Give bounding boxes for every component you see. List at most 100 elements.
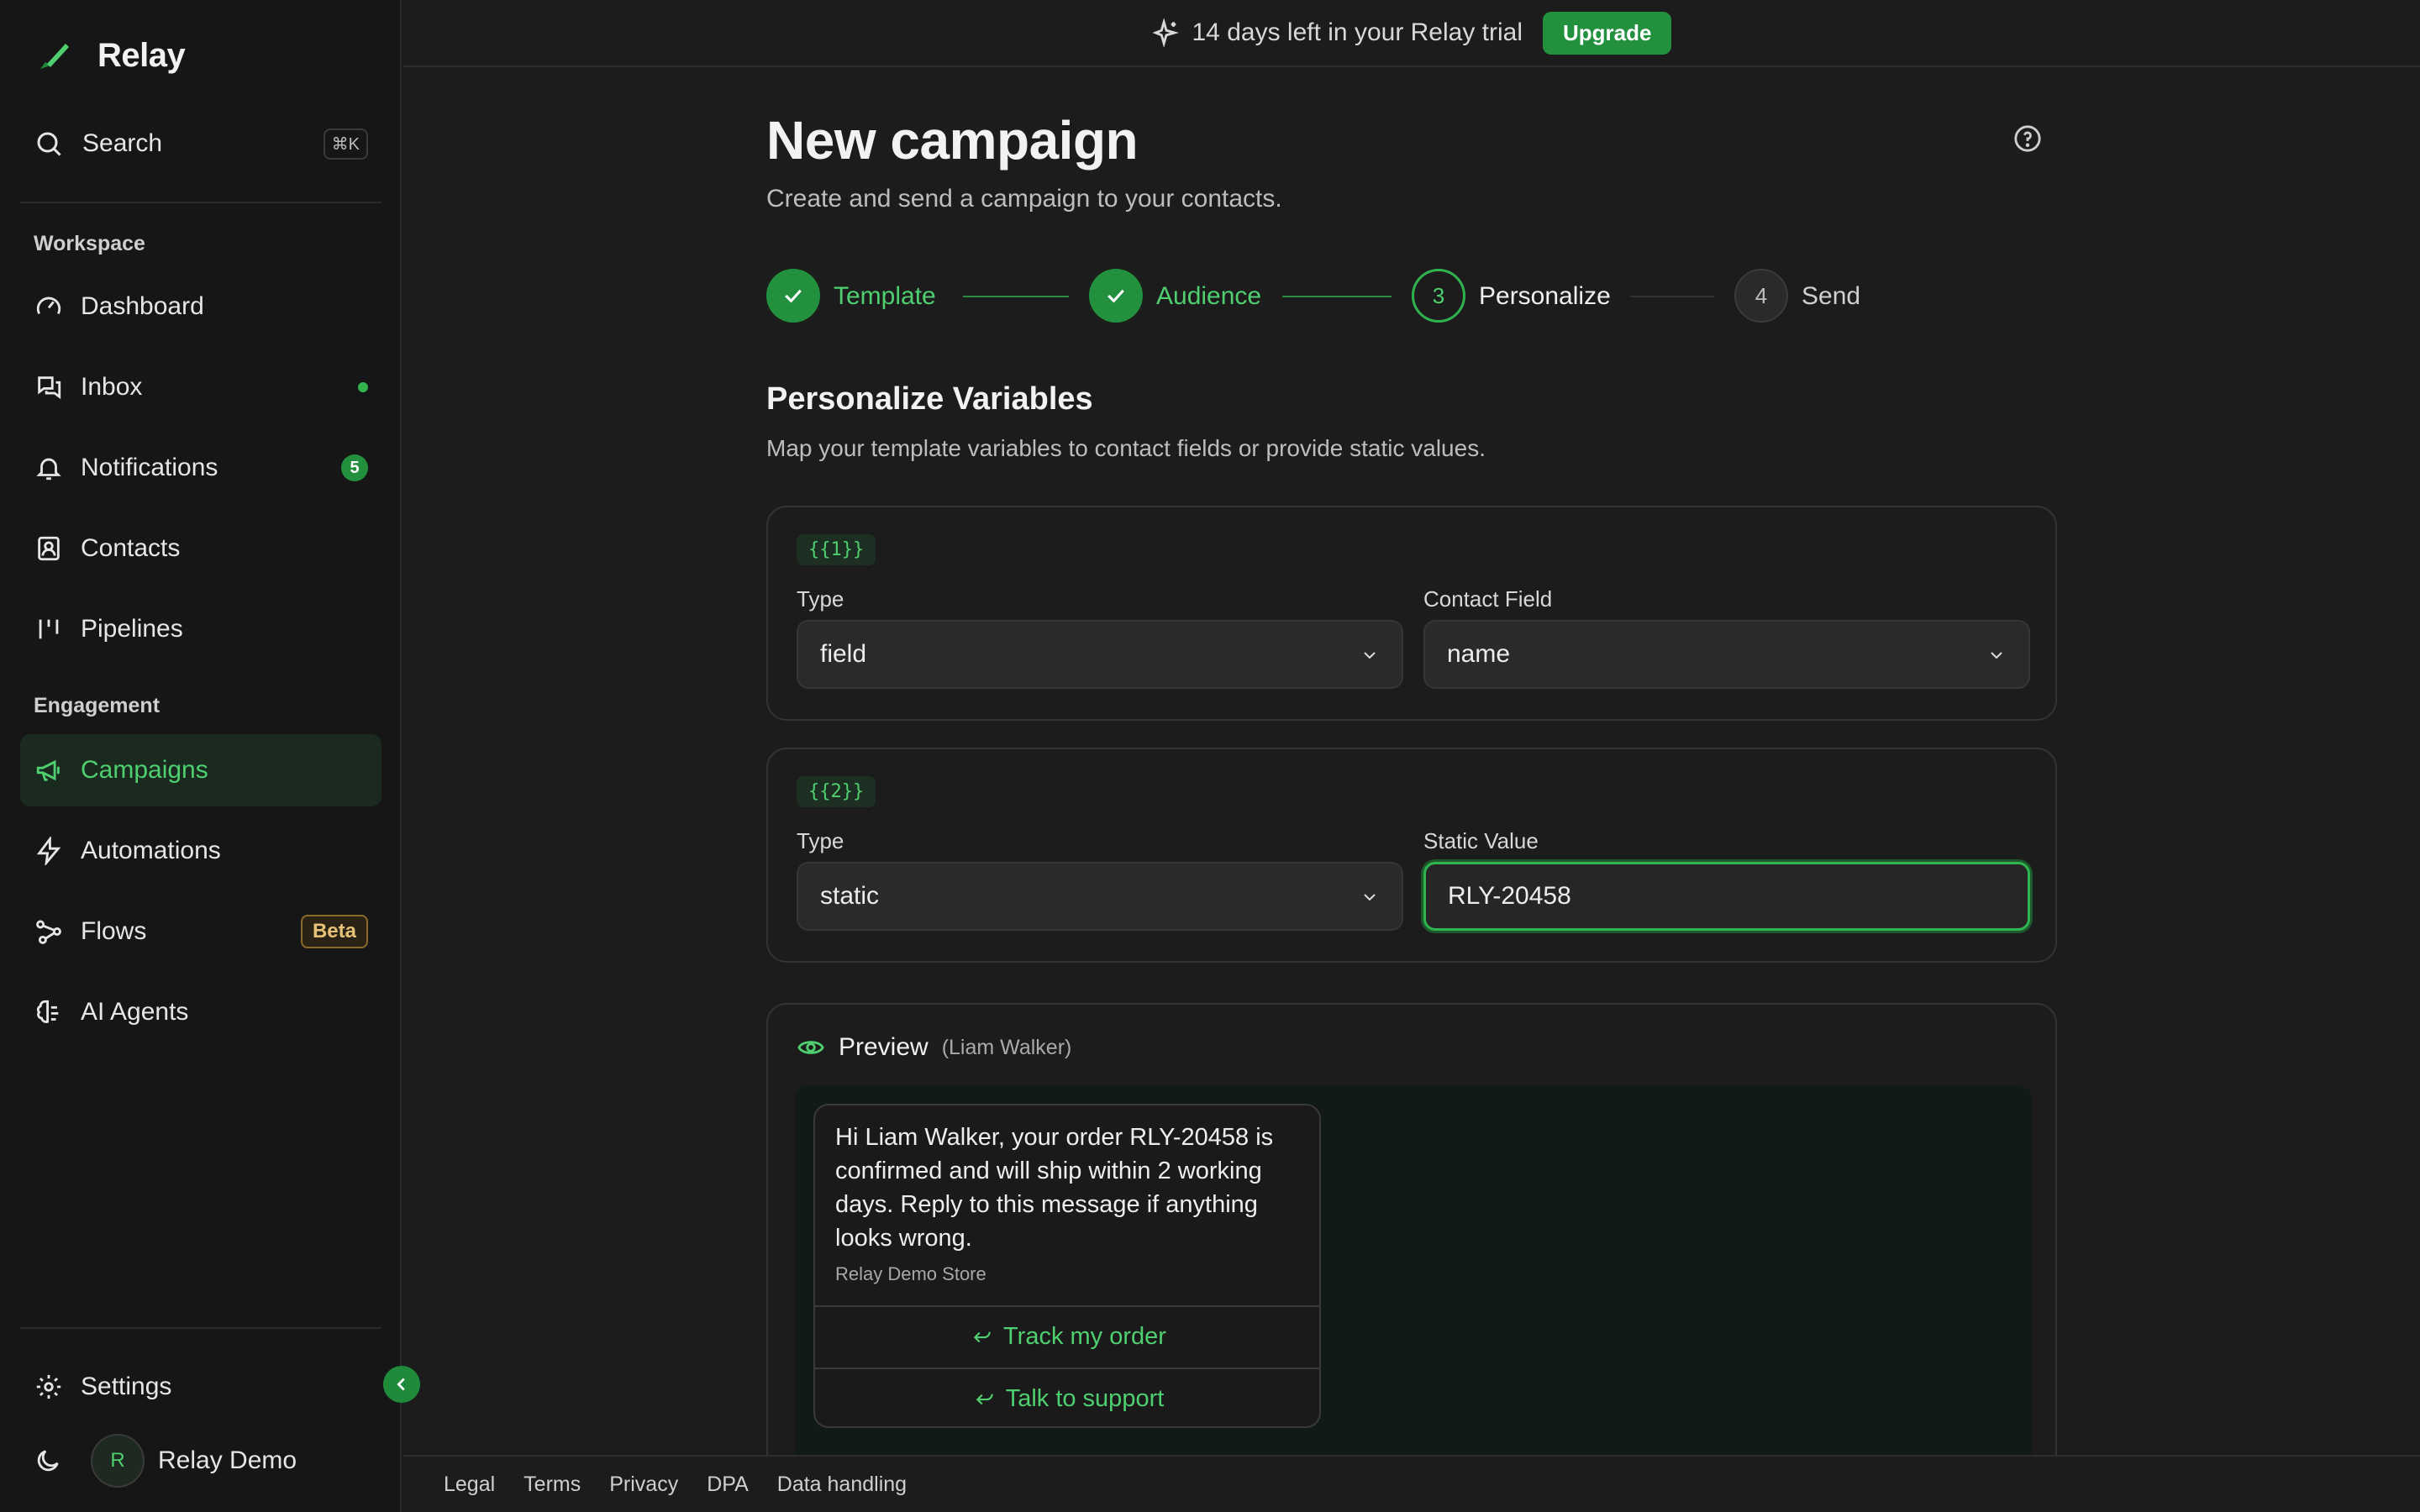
variable-card: {{2}} Type static Static Value RLY-20458	[766, 748, 2057, 963]
reply-icon	[976, 1394, 993, 1405]
bell-icon	[34, 453, 64, 483]
sidebar-item-label: Dashboard	[81, 292, 204, 320]
footer: Legal Terms Privacy DPA Data handling	[403, 1455, 2420, 1512]
notification-count-badge: 5	[341, 454, 368, 481]
gauge-icon	[34, 291, 64, 322]
reply-icon	[973, 1331, 991, 1343]
static-value-label: Static Value	[1423, 828, 1539, 853]
variable-card: {{1}} Type field Contact Field name	[766, 506, 2057, 721]
type-label: Type	[797, 586, 844, 612]
step-template-label[interactable]: Template	[834, 282, 936, 311]
contact-card-icon	[34, 533, 64, 564]
step-personalize-number: 3	[1412, 269, 1465, 323]
sidebar-item-pipelines[interactable]: Pipelines	[20, 593, 381, 665]
sidebar-item-automations[interactable]: Automations	[20, 815, 381, 887]
chevron-down-icon	[1364, 894, 1376, 901]
quick-reply-talk-to-support[interactable]: Talk to support	[815, 1368, 1319, 1426]
preview-header: Preview (Liam Walker)	[797, 1033, 1071, 1062]
pipeline-icon	[34, 614, 64, 644]
eye-icon	[797, 1041, 824, 1054]
section-label-workspace: Workspace	[34, 232, 145, 255]
upgrade-button[interactable]: Upgrade	[1543, 11, 1672, 55]
user-menu[interactable]: R Relay Demo	[34, 1433, 297, 1488]
chat-icon	[34, 372, 64, 402]
type-label: Type	[797, 828, 844, 853]
contact-field-select[interactable]: name	[1423, 620, 2030, 689]
static-value-text: RLY-20458	[1448, 882, 1571, 910]
check-icon	[1107, 289, 1124, 303]
sidebar-item-label: Campaigns	[81, 756, 208, 784]
sidebar-divider	[20, 202, 381, 203]
help-icon[interactable]	[2013, 124, 2042, 153]
preview-panel: Preview (Liam Walker) Hi Liam Walker, yo…	[766, 1003, 2057, 1512]
step-connector	[963, 296, 1069, 297]
section-description: Map your template variables to contact f…	[766, 435, 1486, 461]
footer-link-legal[interactable]: Legal	[444, 1473, 495, 1497]
contact-field-value: name	[1447, 640, 1511, 668]
step-personalize-label: Personalize	[1479, 282, 1611, 310]
footer-link-dpa[interactable]: DPA	[707, 1473, 749, 1497]
sidebar-item-ai-agents[interactable]: AI Agents	[20, 976, 381, 1048]
quick-reply-label: Talk to support	[1005, 1384, 1165, 1412]
page-title: New campaign	[766, 110, 1139, 171]
check-icon	[785, 289, 802, 303]
step-send-number: 4	[1734, 269, 1788, 323]
user-name: Relay Demo	[158, 1446, 297, 1474]
chevron-down-icon	[1991, 652, 2002, 659]
sidebar-item-label: Notifications	[81, 454, 218, 481]
footer-link-data-handling[interactable]: Data handling	[777, 1473, 907, 1497]
avatar: R	[91, 1434, 145, 1488]
step-audience-check[interactable]	[1089, 269, 1143, 323]
sidebar-item-label: AI Agents	[81, 998, 189, 1026]
sidebar-item-label: Pipelines	[81, 615, 183, 643]
page-subtitle: Create and send a campaign to your conta…	[766, 185, 1282, 213]
step-audience-label[interactable]: Audience	[1156, 282, 1261, 311]
quick-reply-track-order[interactable]: Track my order	[815, 1305, 1319, 1366]
sidebar-item-label: Automations	[81, 837, 221, 864]
search-shortcut: ⌘K	[323, 128, 368, 160]
step-connector	[1282, 296, 1392, 297]
message-footer: Relay Demo Store	[835, 1263, 986, 1284]
sidebar-item-label: Inbox	[81, 373, 143, 401]
sidebar-divider	[20, 1327, 381, 1329]
search-button[interactable]: Search ⌘K	[34, 124, 368, 163]
step-connector	[1630, 296, 1714, 297]
collapse-sidebar-button[interactable]	[383, 1366, 420, 1403]
moon-icon[interactable]	[34, 1446, 62, 1475]
sidebar-item-label: Settings	[81, 1373, 172, 1400]
search-icon	[37, 132, 61, 156]
lightning-icon	[34, 836, 64, 866]
trial-banner-text: 14 days left in your Relay trial	[1192, 18, 1523, 46]
beta-badge: Beta	[300, 915, 368, 948]
preview-title: Preview	[839, 1033, 929, 1061]
type-select[interactable]: static	[797, 862, 1403, 931]
sidebar-item-inbox[interactable]: Inbox	[20, 351, 381, 423]
footer-link-terms[interactable]: Terms	[523, 1473, 581, 1497]
campaign-stepper: Template Audience 3 Personalize 4 Send	[766, 269, 2057, 328]
brain-icon	[34, 997, 64, 1027]
variable-tag: {{2}}	[797, 776, 876, 807]
static-value-input[interactable]: RLY-20458	[1423, 862, 2030, 931]
variable-tag: {{1}}	[797, 534, 876, 565]
section-label-engagement: Engagement	[34, 694, 160, 717]
type-select-value: field	[820, 640, 867, 668]
relay-logo-icon	[40, 44, 69, 69]
step-template-check[interactable]	[766, 269, 820, 323]
type-select[interactable]: field	[797, 620, 1403, 689]
step-send-label: Send	[1802, 282, 1861, 310]
message-bubble: Hi Liam Walker, your order RLY-20458 is …	[813, 1104, 1321, 1428]
section-title: Personalize Variables	[766, 381, 1093, 417]
footer-link-privacy[interactable]: Privacy	[609, 1473, 678, 1497]
unread-dot	[358, 382, 368, 392]
chevron-down-icon	[1364, 652, 1376, 659]
sidebar-item-label: Contacts	[81, 534, 181, 562]
contact-field-label: Contact Field	[1423, 586, 1553, 612]
sidebar-item-notifications[interactable]: Notifications 5	[20, 432, 381, 504]
sidebar-item-dashboard[interactable]: Dashboard	[20, 270, 381, 343]
sidebar-item-flows[interactable]: Flows Beta	[20, 895, 381, 968]
brand-name: Relay	[97, 36, 186, 74]
brand[interactable]: Relay	[34, 34, 186, 77]
sidebar-item-campaigns[interactable]: Campaigns	[20, 734, 381, 806]
sidebar-item-settings[interactable]: Settings	[20, 1351, 381, 1423]
sidebar-item-contacts[interactable]: Contacts	[20, 512, 381, 585]
